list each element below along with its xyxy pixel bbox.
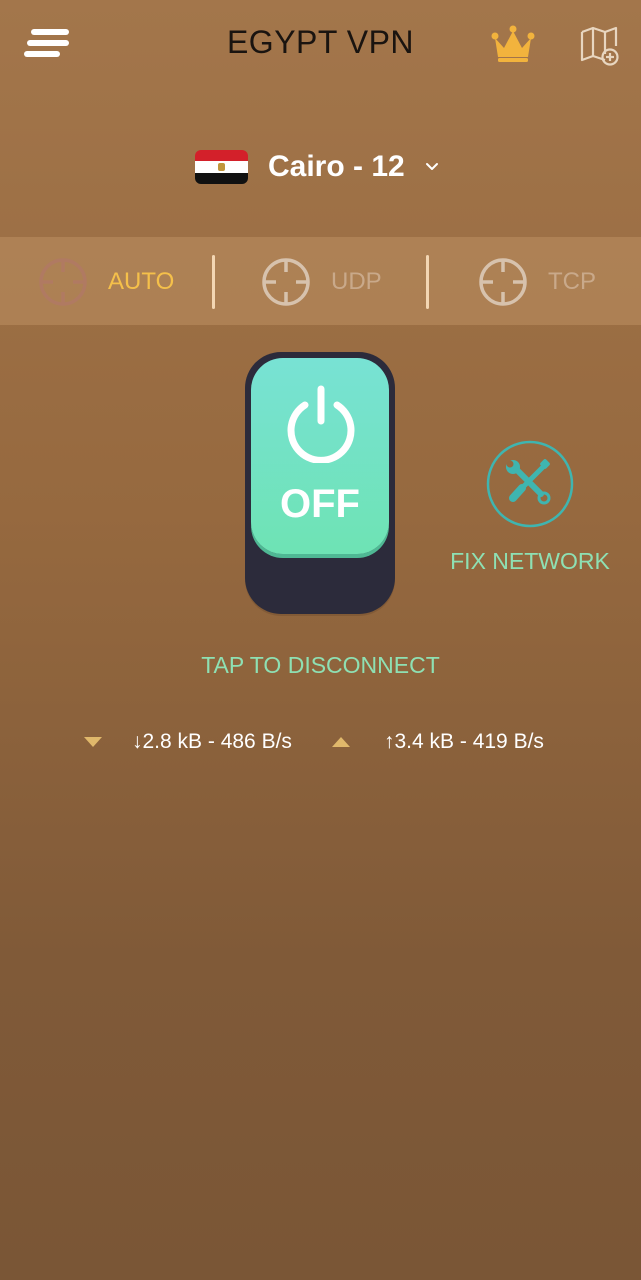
- menu-button[interactable]: [24, 26, 74, 62]
- connection-state-label: OFF: [280, 482, 360, 526]
- download-arrow-icon: [84, 737, 102, 747]
- server-name: Cairo - 12: [268, 150, 405, 183]
- map-add-icon: [580, 26, 619, 66]
- tap-to-disconnect-hint: TAP TO DISCONNECT: [201, 652, 440, 678]
- vpn-app-screen: EGYPT VPN Cairo - 12 AUTO UDP TCP OFF FI…: [0, 0, 641, 1280]
- protocol-udp-label: UDP: [331, 268, 382, 295]
- power-toggle-button[interactable]: OFF: [245, 352, 395, 614]
- server-selector[interactable]: Cairo - 12: [195, 140, 441, 194]
- upload-stat: ↑3.4 kB - 419 B/s: [384, 730, 544, 753]
- hamburger-menu-icon: [24, 29, 69, 57]
- crown-icon: [491, 25, 535, 62]
- power-icon: [287, 385, 355, 463]
- crosshair-icon: [262, 258, 310, 306]
- protocol-auto-option[interactable]: AUTO: [38, 257, 174, 307]
- protocol-selector: AUTO UDP TCP: [0, 237, 641, 325]
- map-add-button[interactable]: [578, 24, 622, 68]
- app-title: EGYPT VPN: [226, 24, 415, 60]
- traffic-stats: ↓2.8 kB - 486 B/s ↑3.4 kB - 419 B/s: [0, 728, 641, 758]
- protocol-tcp-option[interactable]: TCP: [478, 257, 596, 307]
- egypt-flag-icon: [195, 150, 248, 184]
- protocol-divider: [426, 255, 429, 309]
- power-toggle-face: OFF: [251, 358, 389, 554]
- premium-button[interactable]: [490, 24, 536, 64]
- tools-icon: [486, 440, 574, 528]
- download-stat: ↓2.8 kB - 486 B/s: [132, 730, 292, 753]
- crosshair-icon: [39, 258, 87, 306]
- protocol-tcp-label: TCP: [548, 268, 596, 295]
- crosshair-icon: [479, 258, 527, 306]
- upload-arrow-icon: [332, 737, 350, 747]
- protocol-divider: [212, 255, 215, 309]
- fix-network-button[interactable]: [486, 440, 574, 528]
- protocol-udp-option[interactable]: UDP: [261, 257, 382, 307]
- fix-network-label[interactable]: FIX NETWORK: [440, 548, 620, 575]
- chevron-down-icon: [425, 163, 438, 170]
- app-header: EGYPT VPN: [0, 0, 641, 90]
- protocol-auto-label: AUTO: [108, 268, 175, 295]
